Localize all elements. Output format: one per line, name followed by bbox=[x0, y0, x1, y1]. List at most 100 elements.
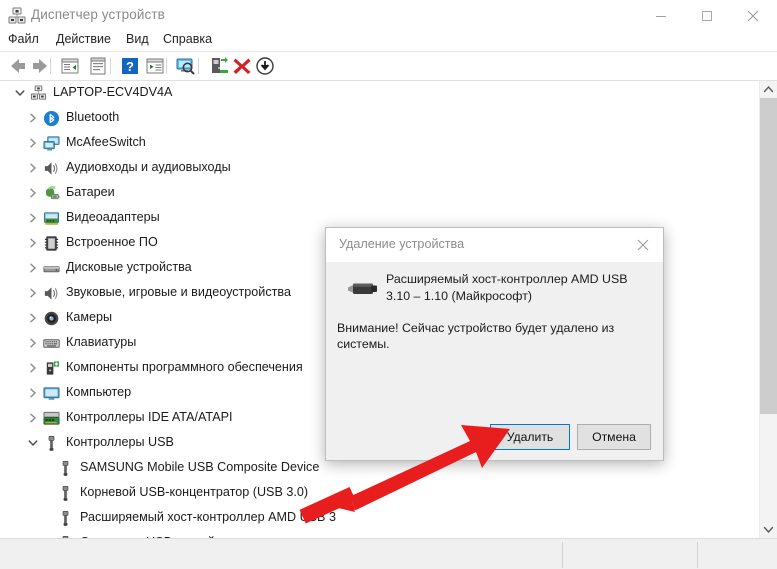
title-bar: Диспетчер устройств bbox=[0, 0, 777, 32]
battery-icon bbox=[45, 186, 60, 200]
scroll-up-button[interactable] bbox=[760, 81, 777, 98]
vertical-scrollbar[interactable] bbox=[759, 81, 777, 538]
disk-drive-icon bbox=[43, 266, 60, 273]
chevron-right-icon[interactable] bbox=[27, 362, 39, 374]
toolbar-divider bbox=[198, 58, 199, 74]
show-hidden-devices-icon[interactable] bbox=[60, 56, 80, 76]
tree-item-label: Видеоадаптеры bbox=[66, 210, 160, 224]
tree-item-label: Контроллеры IDE ATA/ATAPI bbox=[66, 410, 233, 424]
dialog-close-button[interactable] bbox=[623, 228, 663, 261]
device-manager-window: Диспетчер устройств Файл Действие Вид Сп… bbox=[0, 0, 777, 569]
back-arrow-icon[interactable] bbox=[8, 56, 28, 76]
tree-item-label: Компоненты программного обеспечения bbox=[66, 360, 303, 374]
firmware-icon bbox=[44, 236, 59, 251]
properties-icon[interactable] bbox=[88, 56, 108, 76]
tree-item-label: Дисковые устройства bbox=[66, 260, 192, 274]
tree-item-usb-composite-device[interactable]: Составное USB устройство bbox=[0, 531, 745, 538]
chevron-right-icon[interactable] bbox=[27, 262, 39, 274]
close-button[interactable] bbox=[730, 0, 776, 31]
tree-item-usb-root-hub[interactable]: Корневой USB-концентратор (USB 3.0) bbox=[0, 481, 745, 506]
bluetooth-icon bbox=[43, 110, 60, 127]
keyboard-icon bbox=[43, 339, 60, 348]
toolbar: ? bbox=[0, 52, 777, 80]
usb-icon bbox=[62, 461, 69, 476]
scrollbar-thumb[interactable] bbox=[760, 98, 777, 414]
tree-item-audio-io[interactable]: Аудиовходы и аудиовыходы bbox=[0, 156, 745, 181]
device-list-icon[interactable] bbox=[145, 56, 165, 76]
status-bar bbox=[0, 538, 777, 569]
toolbar-divider bbox=[110, 58, 111, 74]
usb-icon bbox=[48, 436, 55, 451]
toolbar-divider bbox=[166, 58, 167, 74]
scroll-down-button[interactable] bbox=[760, 521, 777, 538]
tree-item-label: Аудиовходы и аудиовыходы bbox=[66, 160, 231, 174]
chevron-right-icon[interactable] bbox=[27, 212, 39, 224]
tree-item-amd-usb-host-controller[interactable]: Расширяемый хост-контроллер AMD USB 3 bbox=[0, 506, 745, 531]
tree-item-label: Батареи bbox=[66, 185, 115, 199]
dialog-title-bar: Удаление устройства bbox=[326, 228, 663, 262]
usb-icon bbox=[62, 511, 69, 526]
chevron-right-icon[interactable] bbox=[27, 287, 39, 299]
speaker-icon bbox=[44, 287, 58, 300]
status-divider bbox=[697, 542, 698, 568]
forward-arrow-icon[interactable] bbox=[30, 56, 50, 76]
tree-item-bluetooth[interactable]: Bluetooth bbox=[0, 106, 745, 131]
chevron-right-icon[interactable] bbox=[27, 387, 39, 399]
chevron-down-icon[interactable] bbox=[14, 87, 26, 99]
uninstall-device-icon[interactable] bbox=[232, 56, 252, 76]
dialog-title: Удаление устройства bbox=[339, 237, 465, 251]
scan-hardware-changes-icon[interactable] bbox=[174, 55, 196, 77]
chevron-right-icon[interactable] bbox=[27, 412, 39, 424]
usb-icon bbox=[62, 486, 69, 501]
dialog-device-name: Расширяемый хост-контроллер AMD USB 3.10… bbox=[386, 272, 628, 303]
disable-device-icon[interactable] bbox=[255, 56, 275, 76]
computer-icon bbox=[30, 85, 47, 100]
tree-root-row[interactable]: LAPTOP-ECV4DV4A bbox=[0, 81, 745, 106]
tree-item-mcafeeswitch[interactable]: McAfeeSwitch bbox=[0, 131, 745, 156]
chevron-right-icon[interactable] bbox=[27, 312, 39, 324]
minimize-button[interactable] bbox=[638, 0, 684, 31]
menu-file[interactable]: Файл bbox=[8, 32, 39, 46]
speaker-icon bbox=[44, 162, 58, 175]
maximize-button[interactable] bbox=[684, 0, 730, 31]
camera-icon bbox=[44, 311, 59, 326]
chevron-right-icon[interactable] bbox=[27, 237, 39, 249]
monitor-network-icon bbox=[43, 136, 60, 151]
chevron-right-icon[interactable] bbox=[27, 112, 39, 124]
usb-plug-icon bbox=[348, 283, 377, 294]
menu-action[interactable]: Действие bbox=[56, 32, 111, 46]
menu-view[interactable]: Вид bbox=[126, 32, 149, 46]
chevron-right-icon[interactable] bbox=[27, 337, 39, 349]
tree-item-label: Звуковые, игровые и видеоустройства bbox=[66, 285, 291, 299]
tree-item-label: Корневой USB-концентратор (USB 3.0) bbox=[80, 485, 309, 499]
chevron-right-icon[interactable] bbox=[27, 162, 39, 174]
chevron-right-icon[interactable] bbox=[27, 137, 39, 149]
device-manager-icon bbox=[8, 7, 26, 24]
tree-item-label: SAMSUNG Mobile USB Composite Device bbox=[80, 460, 320, 474]
tree-item-batteries[interactable]: Батареи bbox=[0, 181, 745, 206]
cancel-button[interactable]: Отмена bbox=[577, 424, 651, 450]
svg-text:?: ? bbox=[126, 59, 134, 74]
tree-item-label: McAfeeSwitch bbox=[66, 135, 146, 149]
tree-root-label: LAPTOP-ECV4DV4A bbox=[53, 85, 173, 99]
software-component-icon bbox=[46, 361, 60, 375]
menu-help[interactable]: Справка bbox=[163, 32, 212, 46]
toolbar-divider bbox=[50, 58, 51, 74]
dialog-warning-text: Внимание! Сейчас устройство будет удален… bbox=[337, 321, 615, 351]
confirm-remove-button[interactable]: Удалить bbox=[490, 424, 570, 450]
chevron-right-icon[interactable] bbox=[27, 187, 39, 199]
tree-item-label: Встроенное ПО bbox=[66, 235, 158, 249]
tree-item-label: Камеры bbox=[66, 310, 113, 324]
display-adapter-icon bbox=[43, 212, 60, 225]
tree-item-label: Клавиатуры bbox=[66, 335, 137, 349]
monitor-icon bbox=[43, 387, 60, 400]
menu-bar: Файл Действие Вид Справка bbox=[0, 30, 777, 51]
chevron-down-icon[interactable] bbox=[27, 437, 39, 449]
ide-controller-icon bbox=[43, 411, 60, 425]
status-divider bbox=[562, 542, 563, 568]
update-driver-icon[interactable] bbox=[209, 56, 229, 76]
tree-item-label: Расширяемый хост-контроллер AMD USB 3 bbox=[80, 510, 336, 524]
remove-device-dialog: Удаление устройства Расширяемый хост-кон… bbox=[325, 227, 664, 461]
tree-item-label: Компьютер bbox=[66, 385, 132, 399]
help-icon[interactable]: ? bbox=[120, 56, 140, 76]
